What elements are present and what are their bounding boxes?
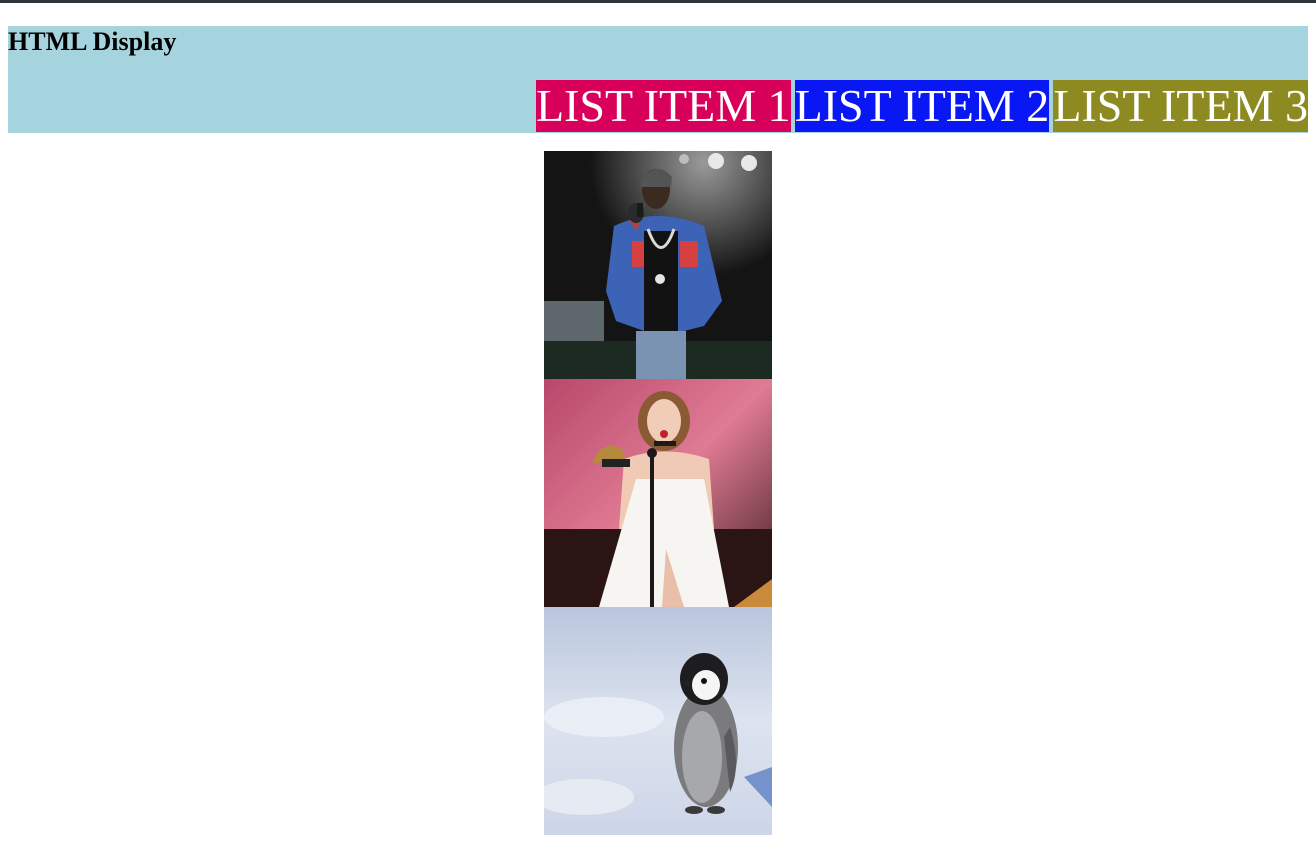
rapper-performing-photo	[544, 151, 772, 379]
header-bar: HTML Display LIST ITEM 1 LIST ITEM 2 LIS…	[8, 26, 1308, 133]
window-top-border	[0, 0, 1316, 3]
nav-item-2[interactable]: LIST ITEM 2	[794, 80, 1050, 132]
nav-item-3[interactable]: LIST ITEM 3	[1053, 80, 1308, 132]
page-title: HTML Display	[8, 27, 177, 56]
singer-award-photo	[544, 379, 772, 607]
image-gallery	[544, 151, 772, 835]
nav-list: LIST ITEM 1 LIST ITEM 2 LIST ITEM 3	[535, 80, 1308, 132]
penguin-chick-photo	[544, 607, 772, 835]
nav-item-1[interactable]: LIST ITEM 1	[535, 80, 791, 132]
